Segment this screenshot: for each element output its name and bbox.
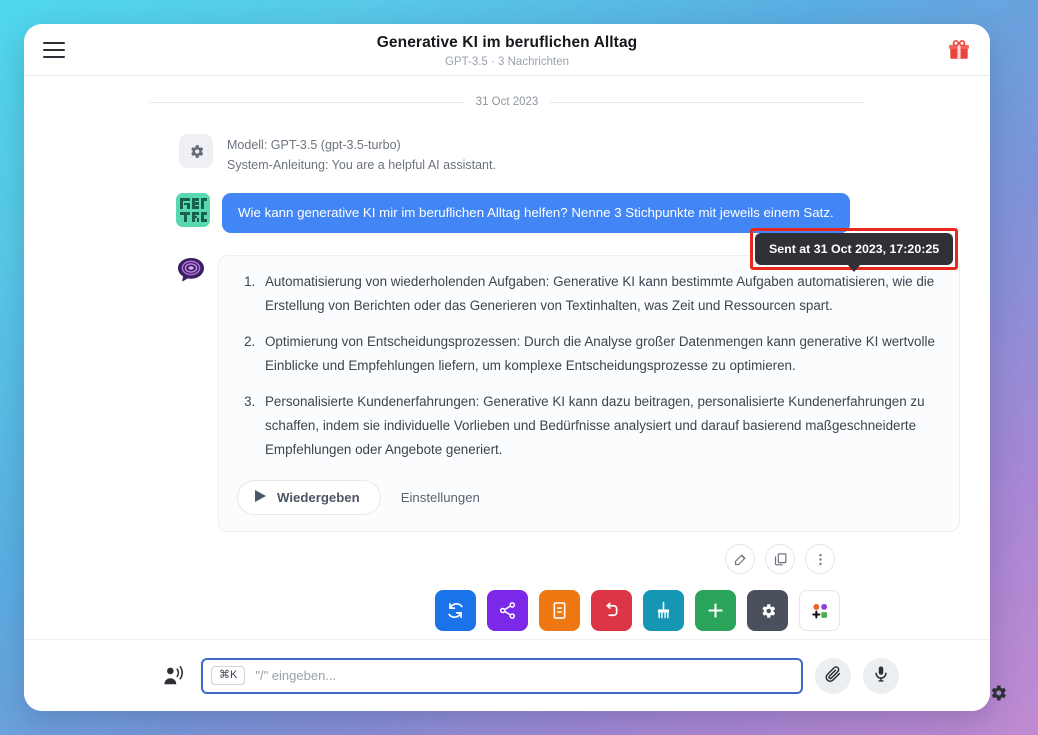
gear-icon (179, 134, 213, 168)
hamburger-menu-icon[interactable] (38, 34, 70, 66)
gift-icon[interactable] (942, 33, 976, 67)
assistant-message: Automatisierung von wiederholenden Aufga… (24, 255, 990, 532)
system-message: Modell: GPT-3.5 (gpt-3.5-turbo) System-A… (24, 134, 990, 175)
assistant-answer-card: Automatisierung von wiederholenden Aufga… (218, 255, 960, 532)
hamburger-bar (43, 42, 65, 44)
gear-icon[interactable] (747, 590, 788, 631)
message-action-buttons (24, 544, 990, 574)
message-input-wrapper[interactable]: ⌘K (201, 657, 803, 694)
attach-button[interactable] (815, 657, 851, 694)
play-button-label: Wiedergeben (277, 490, 360, 505)
play-icon (254, 489, 267, 506)
tts-settings-link[interactable]: Einstellungen (387, 482, 494, 513)
refresh-icon[interactable] (435, 590, 476, 631)
playback-controls: Wiedergeben Einstellungen (237, 480, 941, 515)
message-composer: ⌘K (24, 639, 990, 711)
divider-line-left (149, 101, 464, 103)
list-item: Optimierung von Entscheidungsprozessen: … (259, 330, 941, 378)
system-model-line: Modell: GPT-3.5 (gpt-3.5-turbo) (227, 138, 401, 152)
hamburger-bar (43, 56, 65, 58)
quick-action-toolbar (24, 590, 990, 631)
page-title: Generative KI im beruflichen Alltag (376, 33, 638, 51)
copy-icon[interactable] (765, 544, 795, 574)
page-subtitle: GPT-3.5 · 3 Nachrichten (445, 55, 569, 68)
share-icon[interactable] (487, 590, 528, 631)
chat-window: Generative KI im beruflichen Alltag GPT-… (24, 24, 990, 711)
edit-icon[interactable] (725, 544, 755, 574)
header-titles: Generative KI im beruflichen Alltag GPT-… (24, 32, 990, 68)
timestamp-tooltip-highlight: Sent at 31 Oct 2023, 17:20:25 (750, 228, 959, 270)
paperclip-icon (824, 665, 842, 686)
more-vertical-icon[interactable] (805, 544, 835, 574)
notes-icon[interactable] (539, 590, 580, 631)
broom-icon[interactable] (643, 590, 684, 631)
microphone-button[interactable] (863, 657, 899, 694)
floating-settings-gear-icon[interactable] (986, 681, 1010, 705)
date-divider: 31 Oct 2023 (149, 96, 865, 108)
user-message-bubble[interactable]: Wie kann generative KI mir im berufliche… (222, 193, 850, 233)
system-instruction-line: System-Anleitung: You are a helpful AI a… (227, 158, 496, 172)
chat-scroll-area[interactable]: 31 Oct 2023 Modell: GPT-3.5 (gpt-3.5-tur… (24, 76, 990, 639)
user-message: Wie kann generative KI mir im berufliche… (24, 193, 990, 233)
message-input[interactable] (255, 668, 793, 683)
play-button[interactable]: Wiedergeben (237, 480, 381, 515)
date-divider-label: 31 Oct 2023 (475, 96, 539, 108)
undo-icon[interactable] (591, 590, 632, 631)
timestamp-tooltip: Sent at 31 Oct 2023, 17:20:25 (755, 233, 954, 265)
system-message-text: Modell: GPT-3.5 (gpt-3.5-turbo) System-A… (227, 134, 496, 175)
answer-list: Automatisierung von wiederholenden Aufga… (259, 270, 941, 462)
window-header: Generative KI im beruflichen Alltag GPT-… (24, 24, 990, 76)
speech-bubble-icon (176, 255, 206, 285)
speaking-person-icon[interactable] (159, 661, 189, 691)
list-item: Personalisierte Kundenerfahrungen: Gener… (259, 390, 941, 462)
microphone-icon (872, 665, 890, 686)
apps-grid-icon[interactable] (799, 590, 840, 631)
plus-icon[interactable] (695, 590, 736, 631)
shortcut-badge[interactable]: ⌘K (211, 666, 246, 685)
avatar (176, 193, 210, 227)
list-item: Automatisierung von wiederholenden Aufga… (259, 270, 941, 318)
hamburger-bar (43, 49, 65, 51)
divider-line-right (550, 101, 865, 103)
